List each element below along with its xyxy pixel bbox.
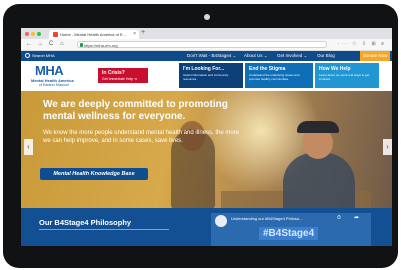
toolbar-icons[interactable]: ··· ☆ ⇩ ⊞ ≡ <box>338 41 386 47</box>
tablet-frame: Home - Mental Health America of E... × +… <box>3 4 398 268</box>
reload-button[interactable]: C <box>49 40 53 49</box>
card-subtitle: Useful information and community resourc… <box>183 73 229 81</box>
crisis-button[interactable]: In Crisis? Get Immediate Help ➔ <box>98 68 148 83</box>
nav-item-dont-wait[interactable]: Don't Wait - B4Stage4 ⌄ <box>187 51 236 61</box>
crisis-subtitle: Get Immediate Help ➔ <box>102 77 138 81</box>
site-header: MHA Mental Health America of Eastern Mis… <box>21 61 392 91</box>
hero-hat <box>297 121 339 133</box>
logo-text: MHA <box>35 63 64 78</box>
back-button[interactable]: ← <box>26 40 32 49</box>
card-title: How We Help <box>319 66 351 72</box>
card-how-we-help[interactable]: How We Help Learn about our work and way… <box>315 63 379 88</box>
tab-title: Home - Mental Health America of E... <box>60 32 127 37</box>
maximize-window-icon[interactable] <box>37 32 41 36</box>
camera-dot <box>204 14 210 20</box>
close-window-icon[interactable] <box>25 32 29 36</box>
card-looking-for[interactable]: I'm Looking For... Useful information an… <box>179 63 243 88</box>
slider-next-icon[interactable]: › <box>383 139 392 155</box>
forward-button[interactable]: → <box>37 40 43 49</box>
knowledge-base-button[interactable]: Mental Health Knowledge Base <box>40 168 148 180</box>
hero-banner: We are deeply committed to promoting men… <box>21 91 392 208</box>
video-embed[interactable]: Understanding our #B4Stage4 Philoso... ⏱… <box>211 213 371 246</box>
card-title: I'm Looking For... <box>183 66 225 72</box>
philosophy-section: Our B4Stage4 Philosophy Understanding ou… <box>21 208 392 246</box>
tab-bar: Home - Mental Health America of E... × + <box>21 28 392 39</box>
address-bar-row: ← → C ⌂ https://mha-em.org ··· ☆ ⇩ ⊞ ≡ <box>21 39 392 51</box>
card-subtitle: Learn about our work and ways to get inv… <box>319 73 370 81</box>
philosophy-title: Our B4Stage4 Philosophy <box>39 218 132 227</box>
nav-item-our-blog[interactable]: Our Blog <box>317 51 335 61</box>
browser-screen: Home - Mental Health America of E... × +… <box>21 28 392 246</box>
url-field[interactable]: https://mha-em.org <box>77 41 327 48</box>
nav-item-about-us[interactable]: About Us ⌄ <box>244 51 268 61</box>
site-top-nav: Search MHA Don't Wait - B4Stage4 ⌄ About… <box>21 51 392 61</box>
hero-title: We are deeply committed to promoting men… <box>43 99 228 122</box>
video-title: Understanding our #B4Stage4 Philoso... <box>231 216 303 221</box>
video-hashtag: #B4Stage4 <box>259 227 319 240</box>
logo[interactable]: MHA <box>35 63 64 78</box>
minimize-window-icon[interactable] <box>31 32 35 36</box>
divider <box>39 229 169 230</box>
home-button[interactable]: ⌂ <box>60 40 64 49</box>
hero-person-man <box>283 153 355 208</box>
lock-icon <box>80 43 83 47</box>
card-end-the-stigma[interactable]: End the Stigma Understand the underlying… <box>245 63 313 88</box>
crisis-title: In Crisis? <box>102 70 125 76</box>
video-action-icons[interactable]: ⏱ ➦ <box>337 215 365 221</box>
hero-text: We know the more people understand menta… <box>43 130 240 144</box>
card-subtitle: Understand the underlying issues and pro… <box>249 73 300 81</box>
browser-tab[interactable]: Home - Mental Health America of E... × <box>49 30 139 39</box>
nav-item-get-involved[interactable]: Get Involved ⌄ <box>277 51 307 61</box>
new-tab-button[interactable]: + <box>141 29 145 36</box>
favicon-icon <box>53 32 58 38</box>
search-label: Search MHA <box>32 53 55 58</box>
card-title: End the Stigma <box>249 66 286 72</box>
url-text: https://mha-em.org <box>84 43 118 48</box>
search-icon <box>25 53 30 59</box>
donate-button[interactable]: Donate Now <box>360 51 390 61</box>
logo-line-2: of Eastern Missouri <box>39 83 69 87</box>
slider-prev-icon[interactable]: ‹ <box>24 139 33 155</box>
channel-logo-icon <box>215 215 227 227</box>
tab-close-icon[interactable]: × <box>133 30 136 39</box>
site-search-button[interactable]: Search MHA <box>25 51 55 61</box>
